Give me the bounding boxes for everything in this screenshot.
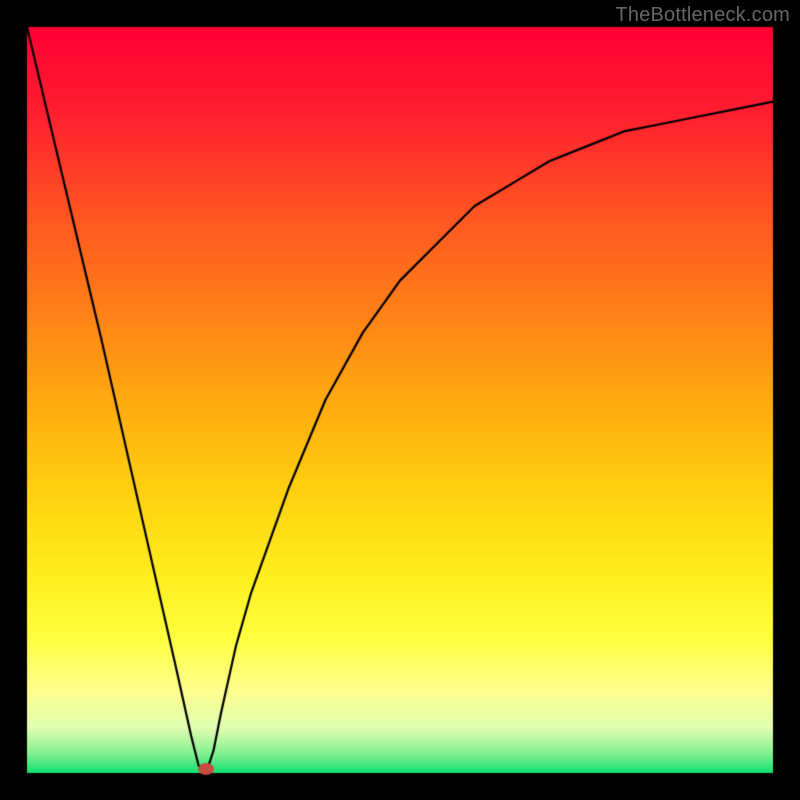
bottleneck-chart xyxy=(0,0,800,800)
credit-label: TheBottleneck.com xyxy=(615,4,790,27)
